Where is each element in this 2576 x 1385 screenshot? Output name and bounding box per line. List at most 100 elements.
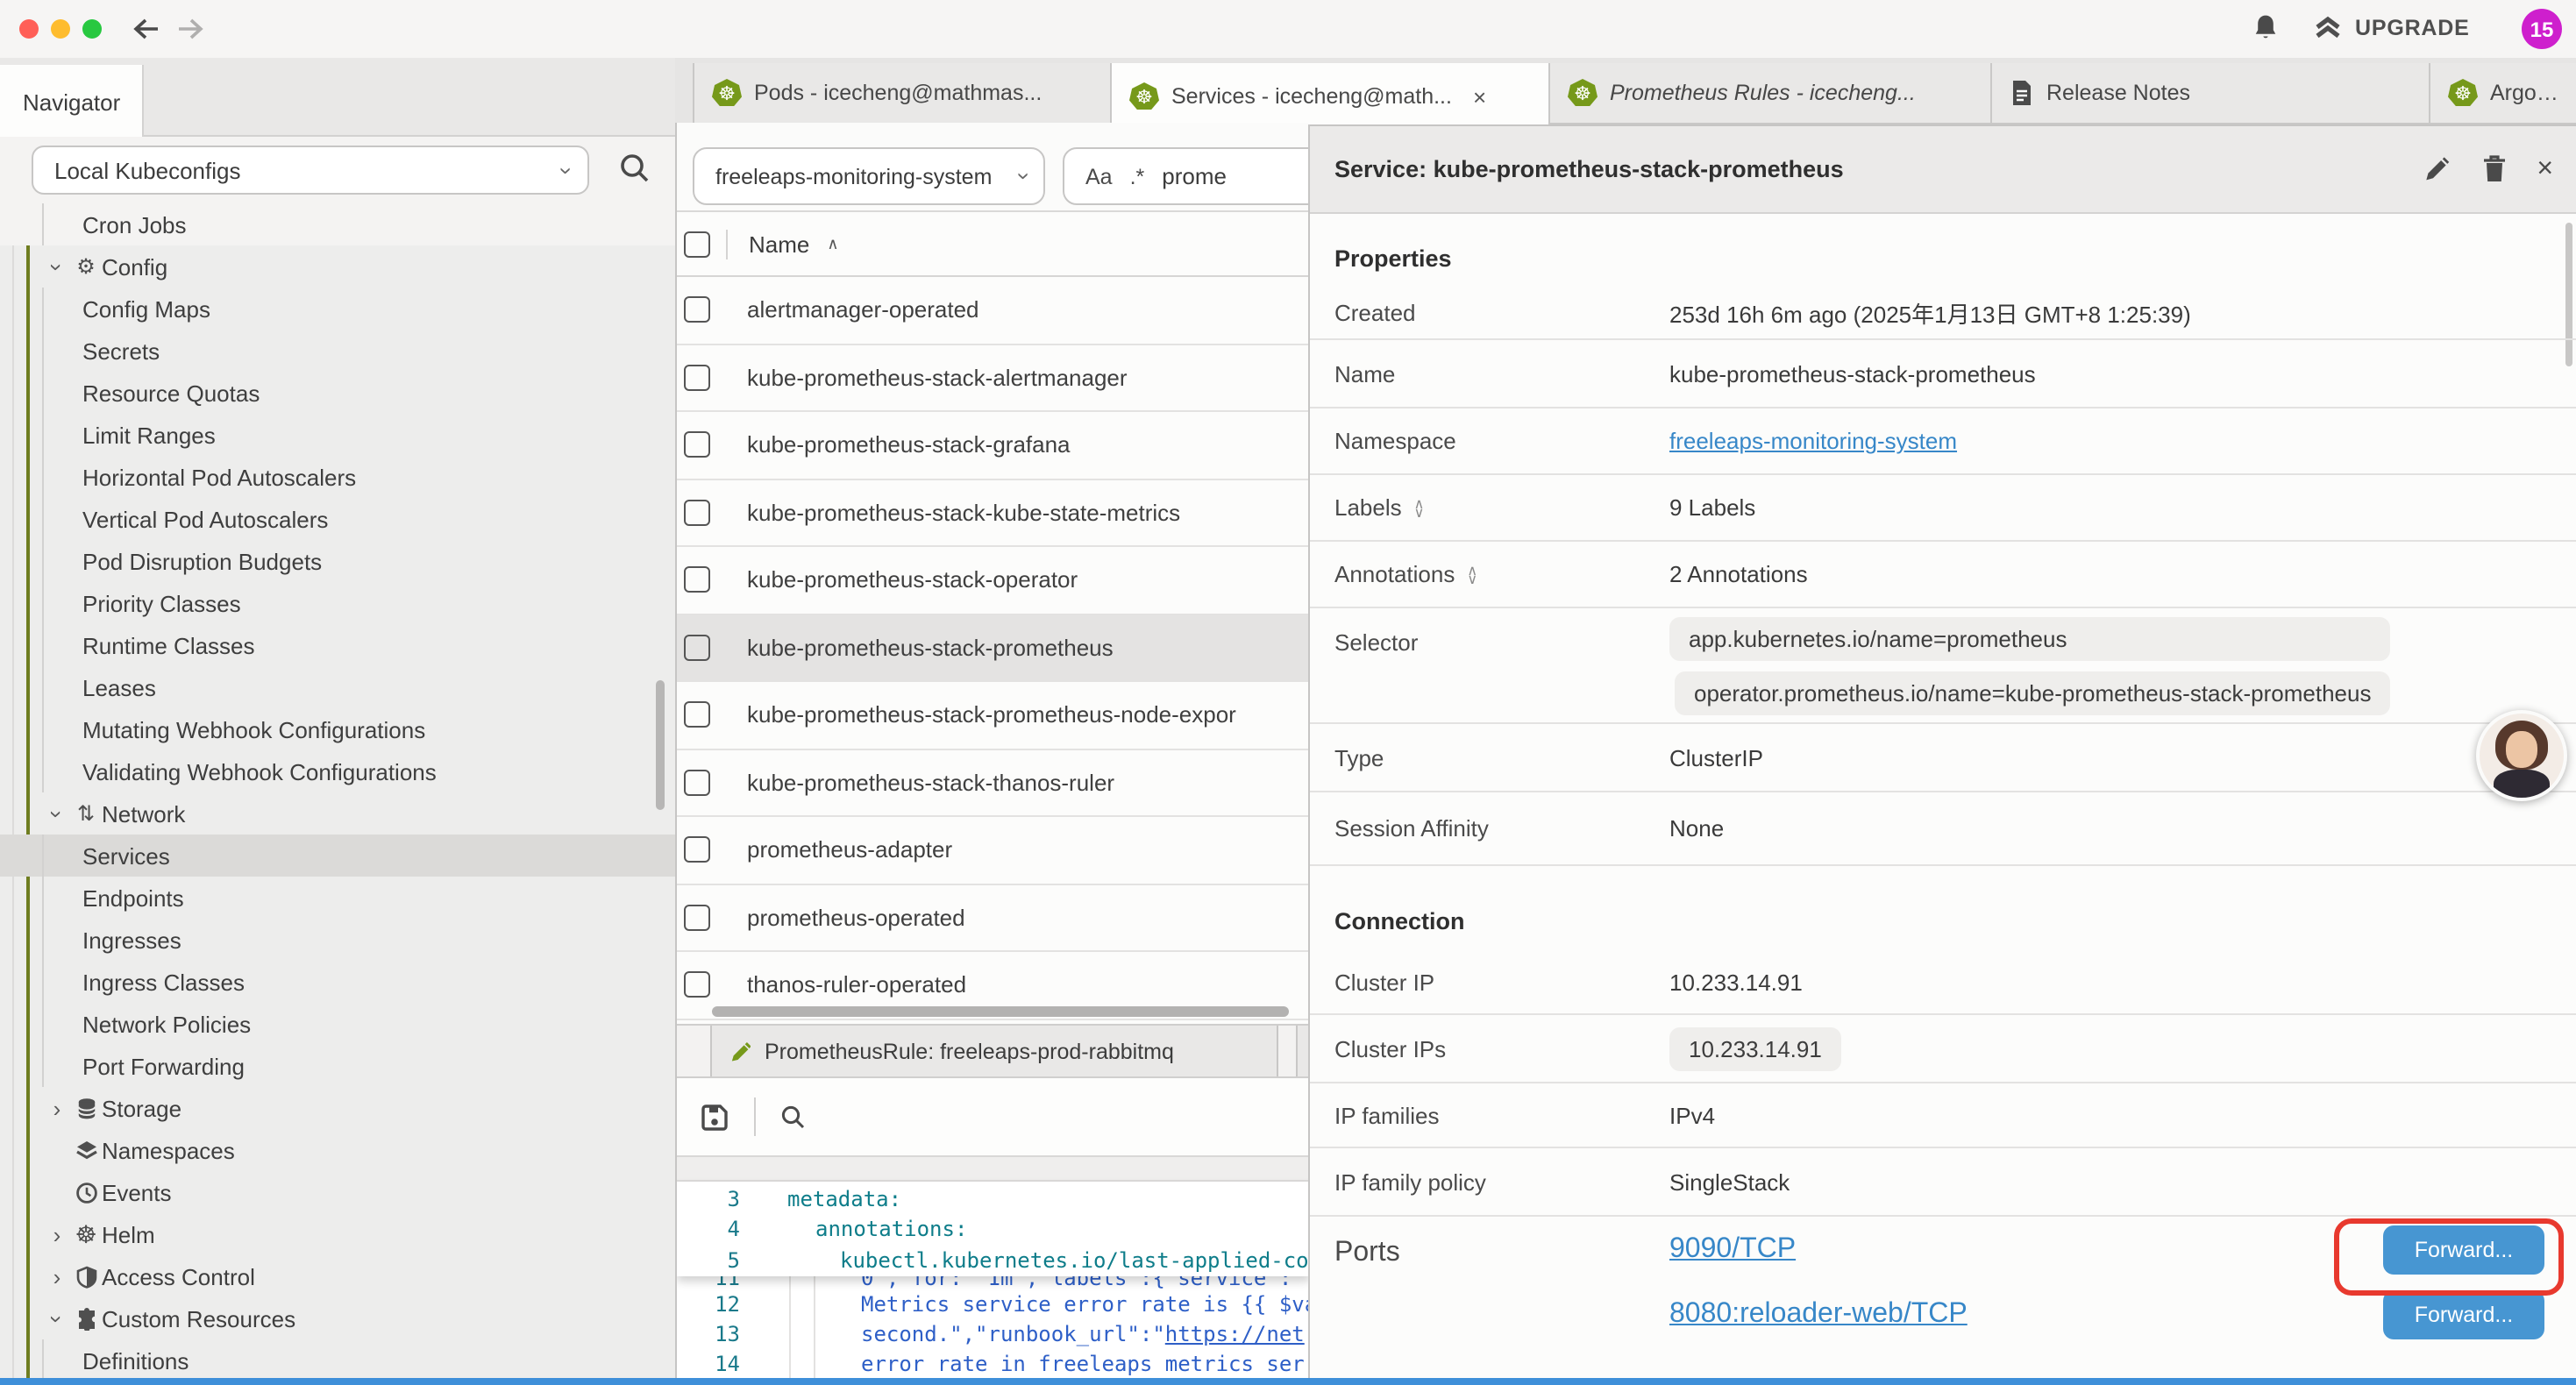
sidebar-item-validating-webhook-configurations[interactable]: Validating Webhook Configurations	[0, 750, 675, 792]
row-checkbox[interactable]	[684, 635, 710, 661]
row-checkbox[interactable]	[684, 500, 710, 526]
row-checkbox[interactable]	[684, 770, 710, 796]
sidebar-item-config-maps[interactable]: Config Maps	[0, 288, 675, 330]
namespace-selector[interactable]: freeleaps-monitoring-system ›	[693, 147, 1045, 205]
expand-collapse-icon[interactable]: ∧∨	[1414, 499, 1425, 516]
sidebar-item-definitions[interactable]: Definitions	[0, 1339, 675, 1381]
table-row[interactable]: prometheus-operated	[677, 884, 1308, 952]
sidebar-item-secrets[interactable]: Secrets	[0, 330, 675, 372]
avatar[interactable]	[2476, 710, 2567, 801]
sidebar-item-priority-classes[interactable]: Priority Classes	[0, 582, 675, 624]
table-row[interactable]: kube-prometheus-stack-grafana	[677, 412, 1308, 479]
minimize-window-button[interactable]	[51, 19, 70, 39]
sidebar-item-events[interactable]: Events	[0, 1171, 675, 1213]
sidebar-item-port-forwarding[interactable]: Port Forwarding	[0, 1045, 675, 1087]
sidebar-item-horizontal-pod-autoscalers[interactable]: Horizontal Pod Autoscalers	[0, 456, 675, 498]
row-checkbox[interactable]	[684, 905, 710, 931]
sidebar-item-runtime-classes[interactable]: Runtime Classes	[0, 624, 675, 666]
forward-arrow-icon[interactable]	[174, 12, 207, 46]
sidebar-item-leases[interactable]: Leases	[0, 666, 675, 708]
port-link[interactable]: 9090/TCP	[1669, 1233, 1796, 1265]
forward-button[interactable]: Forward...	[2383, 1289, 2544, 1339]
tab-pods[interactable]: ☸ Pods - icecheng@mathmas...	[693, 63, 1112, 123]
chevron-down-icon[interactable]: ›	[44, 1305, 70, 1332]
sidebar-item-resource-quotas[interactable]: Resource Quotas	[0, 372, 675, 414]
table-row[interactable]: kube-prometheus-stack-alertmanager	[677, 344, 1308, 412]
sidebar-item-vertical-pod-autoscalers[interactable]: Vertical Pod Autoscalers	[0, 498, 675, 540]
row-checkbox[interactable]	[684, 365, 710, 391]
match-case-icon[interactable]: Aa	[1085, 164, 1113, 188]
table-row[interactable]: kube-prometheus-stack-thanos-ruler	[677, 749, 1308, 817]
delete-trash-icon[interactable]	[2480, 154, 2507, 184]
sort-ascending-icon[interactable]: ∧	[827, 234, 838, 253]
editor-tab-partial[interactable]	[1296, 1026, 1308, 1076]
select-all-checkbox[interactable]	[684, 231, 710, 257]
tab-release-notes[interactable]: Release Notes	[1992, 63, 2430, 123]
table-row[interactable]: alertmanager-operated	[677, 277, 1308, 344]
editor-tab-prometheusrule[interactable]: PrometheusRule: freeleaps-prod-rabbitmq	[710, 1026, 1278, 1076]
sidebar-item-config[interactable]: › ⚙ Config	[0, 245, 675, 288]
chevron-right-icon[interactable]: ›	[44, 1221, 70, 1247]
close-tab-icon[interactable]: ×	[1473, 83, 1486, 110]
row-checkbox[interactable]	[684, 297, 710, 323]
close-window-button[interactable]	[19, 19, 39, 39]
sidebar-item-ingresses[interactable]: Ingresses	[0, 919, 675, 961]
tab-prometheus-rules[interactable]: ☸ Prometheus Rules - icecheng...	[1550, 63, 1992, 123]
sidebar-item-network[interactable]: › ⇅ Network	[0, 792, 675, 835]
back-arrow-icon[interactable]	[130, 12, 163, 46]
row-checkbox[interactable]	[684, 432, 710, 458]
sidebar-item-pod-disruption-budgets[interactable]: Pod Disruption Budgets	[0, 540, 675, 582]
tab-argo[interactable]: ☸ Argo Se	[2430, 63, 2576, 123]
table-row[interactable]: kube-prometheus-stack-prometheus-node-ex…	[677, 682, 1308, 749]
sidebar-item-storage[interactable]: › Storage	[0, 1087, 675, 1129]
tab-services[interactable]: ☸ Services - icecheng@math... ×	[1112, 63, 1550, 130]
sidebar-item-namespaces[interactable]: Namespaces	[0, 1129, 675, 1171]
sidebar-item-ingress-classes[interactable]: Ingress Classes	[0, 961, 675, 1003]
zoom-window-button[interactable]	[82, 19, 102, 39]
sidebar-item-services[interactable]: Services	[0, 835, 675, 877]
horizontal-scrollbar[interactable]	[712, 1006, 1289, 1017]
row-value[interactable]: 2 Annotations	[1669, 561, 1808, 587]
notification-count-badge[interactable]: 15	[2522, 9, 2562, 49]
filter-input[interactable]: Aa .* prome	[1063, 147, 1308, 205]
row-checkbox[interactable]	[684, 837, 710, 863]
code-link[interactable]: https://net	[1165, 1322, 1305, 1346]
sidebar-item-access-control[interactable]: › Access Control	[0, 1255, 675, 1297]
namespace-link[interactable]: freeleaps-monitoring-system	[1669, 428, 1957, 454]
yaml-editor[interactable]: 11 0", for: "1m", labels :{ service : fr…	[677, 1182, 1308, 1378]
row-value[interactable]: 9 Labels	[1669, 494, 1755, 521]
upgrade-button[interactable]: UPGRADE	[2311, 12, 2470, 44]
table-row[interactable]: kube-prometheus-stack-operator	[677, 547, 1308, 614]
chevron-down-icon[interactable]: ›	[44, 800, 70, 827]
editor-search-icon[interactable]	[779, 1103, 807, 1131]
row-checkbox[interactable]	[684, 567, 710, 593]
kubeconfig-selector[interactable]: Local Kubeconfigs ›	[32, 146, 589, 195]
sidebar-item-cron-jobs[interactable]: Cron Jobs	[0, 203, 675, 245]
table-row[interactable]: prometheus-adapter	[677, 817, 1308, 884]
search-icon[interactable]	[617, 151, 652, 186]
chevron-right-icon[interactable]: ›	[44, 1095, 70, 1121]
table-row-selected[interactable]: kube-prometheus-stack-prometheus	[677, 614, 1308, 682]
expand-collapse-icon[interactable]: ∧∨	[1467, 565, 1477, 583]
row-label: Ports	[1310, 1238, 1669, 1269]
port-link[interactable]: 8080:reloader-web/TCP	[1669, 1298, 1968, 1330]
sidebar-item-limit-ranges[interactable]: Limit Ranges	[0, 414, 675, 456]
chevron-down-icon[interactable]: ›	[44, 253, 70, 280]
sidebar-item-mutating-webhook-configurations[interactable]: Mutating Webhook Configurations	[0, 708, 675, 750]
column-header-name[interactable]: Name	[749, 231, 809, 257]
sidebar-item-endpoints[interactable]: Endpoints	[0, 877, 675, 919]
save-icon[interactable]	[700, 1102, 729, 1132]
line-number: 4	[677, 1217, 740, 1241]
sidebar-item-helm[interactable]: › ☸ Helm	[0, 1213, 675, 1255]
sidebar-item-network-policies[interactable]: Network Policies	[0, 1003, 675, 1045]
table-row[interactable]: kube-prometheus-stack-kube-state-metrics	[677, 479, 1308, 547]
row-checkbox[interactable]	[684, 972, 710, 998]
sidebar-item-custom-resources[interactable]: › Custom Resources	[0, 1297, 675, 1339]
regex-icon[interactable]: .*	[1130, 164, 1145, 188]
row-checkbox[interactable]	[684, 702, 710, 728]
edit-pencil-icon[interactable]	[2421, 154, 2451, 184]
tab-navigator[interactable]: Navigator	[0, 65, 144, 138]
close-icon[interactable]: ×	[2537, 153, 2553, 185]
chevron-right-icon[interactable]: ›	[44, 1263, 70, 1289]
notifications-bell-icon[interactable]	[2250, 12, 2281, 44]
